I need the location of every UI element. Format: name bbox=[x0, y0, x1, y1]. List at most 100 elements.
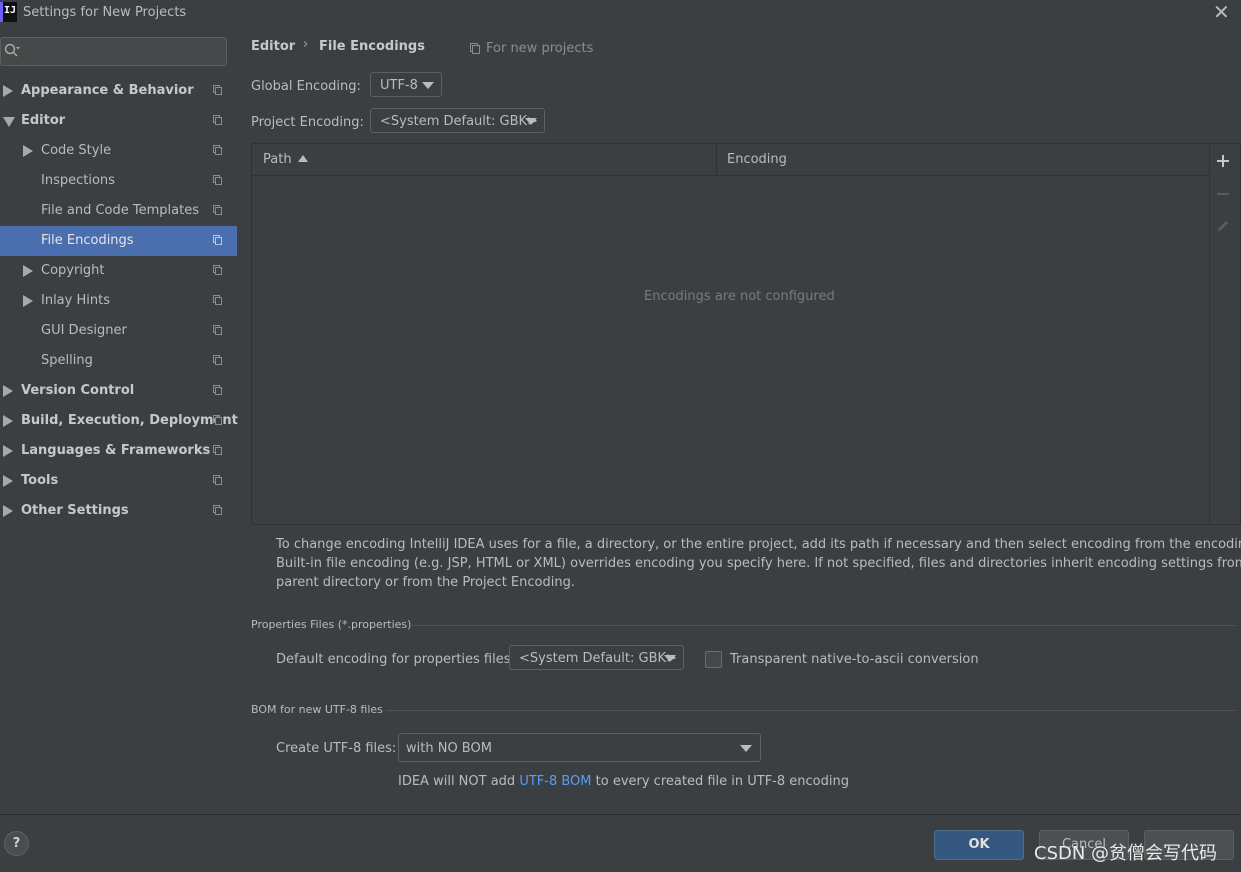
sidebar-item-label: Languages & Frameworks bbox=[21, 443, 211, 458]
expand-arrow-icon[interactable] bbox=[3, 415, 13, 427]
create-utf8-select[interactable]: with NO BOM bbox=[398, 733, 761, 762]
properties-encoding-select[interactable]: <System Default: GBK> bbox=[509, 645, 684, 670]
expand-arrow-icon[interactable] bbox=[3, 445, 13, 457]
sidebar-item-label: Appearance & Behavior bbox=[21, 83, 194, 98]
global-encoding-value: UTF-8 bbox=[380, 78, 418, 93]
project-scope-icon bbox=[213, 445, 222, 455]
sidebar-item-inlay-hints[interactable]: Inlay Hints bbox=[0, 286, 237, 316]
expand-arrow-icon[interactable] bbox=[3, 85, 13, 97]
project-scope-icon bbox=[213, 175, 222, 185]
bom-section-title: BOM for new UTF-8 files bbox=[251, 703, 383, 716]
create-utf8-label: Create UTF-8 files: bbox=[276, 741, 397, 756]
sidebar-item-label: Spelling bbox=[41, 353, 93, 368]
sidebar-item-appearance-behavior[interactable]: Appearance & Behavior bbox=[0, 76, 237, 106]
sidebar-item-version-control[interactable]: Version Control bbox=[0, 376, 237, 406]
bom-note: IDEA will NOT add UTF-8 BOM to every cre… bbox=[398, 774, 849, 789]
section-divider bbox=[386, 710, 1236, 711]
sidebar-item-editor[interactable]: Editor bbox=[0, 106, 237, 136]
project-scope-icon bbox=[213, 145, 222, 155]
expand-arrow-icon[interactable] bbox=[23, 295, 33, 307]
table-toolbar bbox=[1208, 143, 1241, 525]
sidebar-item-label: Other Settings bbox=[21, 503, 129, 518]
chevron-down-icon bbox=[422, 82, 434, 89]
project-scope-icon bbox=[213, 235, 222, 245]
close-icon[interactable]: ✕ bbox=[1213, 1, 1230, 23]
project-scope-icon bbox=[213, 265, 222, 275]
expand-arrow-icon[interactable] bbox=[23, 145, 33, 157]
column-label: Encoding bbox=[727, 152, 787, 167]
project-scope-icon bbox=[470, 43, 480, 54]
window-title: Settings for New Projects bbox=[23, 5, 187, 20]
sidebar-item-languages-frameworks[interactable]: Languages & Frameworks bbox=[0, 436, 237, 466]
sidebar-item-label: Editor bbox=[21, 113, 66, 128]
sidebar-item-file-encodings[interactable]: File Encodings bbox=[0, 226, 237, 256]
breadcrumb-parent[interactable]: Editor bbox=[251, 39, 295, 54]
search-icon bbox=[4, 43, 20, 57]
search-input[interactable] bbox=[0, 37, 227, 66]
utf8-bom-link[interactable]: UTF-8 BOM bbox=[519, 774, 591, 789]
sidebar-item-label: Inlay Hints bbox=[41, 293, 110, 308]
help-line-1: To change encoding IntelliJ IDEA uses fo… bbox=[276, 537, 1241, 552]
project-scope-icon bbox=[213, 115, 222, 125]
help-line-3: parent directory or from the Project Enc… bbox=[276, 575, 575, 590]
help-button[interactable]: ? bbox=[4, 831, 29, 856]
sidebar-item-label: Copyright bbox=[41, 263, 105, 278]
chevron-down-icon bbox=[740, 745, 752, 752]
project-scope-icon bbox=[213, 295, 222, 305]
settings-sidebar: Appearance & Behavior Editor Code Style … bbox=[0, 26, 238, 814]
settings-content: Editor › File Encodings For new projects… bbox=[237, 26, 1241, 814]
sidebar-item-other-settings[interactable]: Other Settings bbox=[0, 496, 237, 526]
expand-arrow-icon[interactable] bbox=[23, 265, 33, 277]
global-encoding-select[interactable]: UTF-8 bbox=[370, 72, 442, 97]
encoding-help-text: To change encoding IntelliJ IDEA uses fo… bbox=[276, 535, 1241, 592]
column-header-encoding[interactable]: Encoding bbox=[717, 144, 1209, 175]
remove-icon[interactable] bbox=[1216, 187, 1230, 201]
chevron-down-icon bbox=[664, 655, 676, 662]
properties-section-title: Properties Files (*.properties) bbox=[251, 618, 412, 631]
section-divider bbox=[410, 625, 1236, 626]
sidebar-item-build-execution-deployment[interactable]: Build, Execution, Deployment bbox=[0, 406, 238, 436]
native-to-ascii-checkbox[interactable] bbox=[705, 651, 722, 668]
column-label: Path bbox=[263, 152, 292, 167]
sidebar-item-label: Tools bbox=[21, 473, 59, 488]
expand-arrow-icon[interactable] bbox=[3, 475, 13, 487]
add-icon[interactable] bbox=[1216, 154, 1230, 168]
sidebar-item-copyright[interactable]: Copyright bbox=[0, 256, 237, 286]
expand-arrow-icon[interactable] bbox=[3, 385, 13, 397]
chevron-down-icon bbox=[525, 118, 537, 125]
help-line-2: Built-in file encoding (e.g. JSP, HTML o… bbox=[276, 556, 1241, 571]
ok-button[interactable]: OK bbox=[934, 830, 1024, 860]
create-utf8-value: with NO BOM bbox=[406, 741, 492, 756]
project-scope-icon bbox=[213, 205, 222, 215]
dialog-footer: ? OK Cancel CSDN @贫僧会写代码 bbox=[0, 814, 1241, 872]
sidebar-item-label: Build, Execution, Deployment bbox=[21, 413, 238, 428]
sidebar-item-label: Version Control bbox=[21, 383, 135, 398]
project-encoding-value: <System Default: GBK> bbox=[380, 114, 538, 129]
empty-table-text: Encodings are not configured bbox=[644, 289, 835, 304]
sidebar-item-spelling[interactable]: Spelling bbox=[0, 346, 237, 376]
native-to-ascii-label[interactable]: Transparent native-to-ascii conversion bbox=[730, 652, 979, 667]
sidebar-item-label: GUI Designer bbox=[41, 323, 127, 338]
sidebar-item-tools[interactable]: Tools bbox=[0, 466, 237, 496]
edit-pencil-icon[interactable] bbox=[1216, 219, 1230, 233]
project-encoding-label: Project Encoding: bbox=[251, 115, 364, 130]
project-scope-icon bbox=[213, 85, 222, 95]
project-scope-icon bbox=[213, 415, 222, 425]
csdn-watermark: CSDN @贫僧会写代码 bbox=[1034, 843, 1218, 864]
table-header: Path Encoding bbox=[252, 144, 1209, 176]
sidebar-item-code-style[interactable]: Code Style bbox=[0, 136, 237, 166]
bom-note-text: IDEA will NOT add bbox=[398, 774, 520, 789]
sidebar-item-label: File Encodings bbox=[41, 233, 134, 248]
sidebar-item-gui-designer[interactable]: GUI Designer bbox=[0, 316, 237, 346]
project-encoding-select[interactable]: <System Default: GBK> bbox=[370, 108, 545, 133]
sidebar-item-file-code-templates[interactable]: File and Code Templates bbox=[0, 196, 237, 226]
breadcrumb-current: File Encodings bbox=[319, 39, 425, 54]
column-header-path[interactable]: Path bbox=[252, 144, 717, 175]
properties-encoding-value: <System Default: GBK> bbox=[519, 651, 677, 666]
sidebar-item-inspections[interactable]: Inspections bbox=[0, 166, 237, 196]
expand-arrow-icon[interactable] bbox=[3, 505, 13, 517]
breadcrumb-separator: › bbox=[303, 37, 309, 52]
encodings-table[interactable]: Path Encoding Encodings are not configur… bbox=[251, 143, 1210, 525]
collapse-arrow-icon[interactable] bbox=[3, 117, 15, 127]
title-bar: IJ Settings for New Projects ✕ bbox=[0, 0, 1241, 26]
